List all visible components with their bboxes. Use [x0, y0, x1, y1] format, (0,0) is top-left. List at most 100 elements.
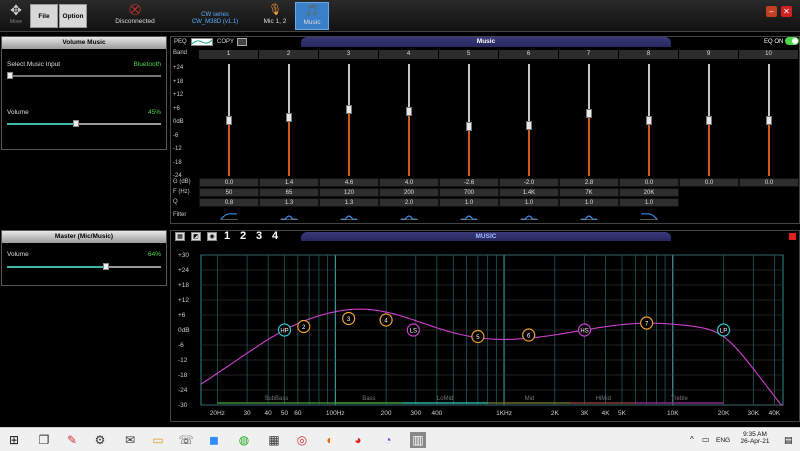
band-gain-cell[interactable]: 0.0 [199, 178, 259, 187]
graph-select-icon[interactable]: ◩ [191, 232, 201, 241]
eq-on-toggle[interactable]: EQ ON [764, 37, 799, 47]
band-freq-cell[interactable]: 20K [619, 188, 679, 197]
master-volume-slider[interactable] [7, 263, 161, 270]
band-slider[interactable] [679, 60, 739, 210]
band-slider-knob[interactable] [766, 116, 772, 125]
device-series: CW series [201, 12, 229, 18]
frequency-response-chart[interactable]: +30 +24 +18 +12 +6 0dB -6 -12 -18 -24 -30 20Hz 30 40 5… [171, 243, 800, 423]
viber-icon[interactable]: ◔ [380, 432, 396, 448]
band-level-fill [588, 113, 590, 176]
band-gain-cell[interactable]: 0.0 [739, 178, 799, 187]
band-gain-cell[interactable]: 4.6 [319, 178, 379, 187]
music-input-value[interactable]: Bluetooth [134, 61, 161, 68]
band-freq-cell[interactable]: 7K [559, 188, 619, 197]
band-q-cell[interactable]: 0.8 [199, 198, 259, 207]
preset-3-button[interactable]: 3 [256, 230, 262, 242]
preset-1-button[interactable]: 1 [224, 230, 230, 242]
band-gain-cell[interactable]: -2.6 [439, 178, 499, 187]
band-gain-cell[interactable]: -2.0 [499, 178, 559, 187]
band-q-cell[interactable]: 1.0 [439, 198, 499, 207]
move-button[interactable]: ✥ Move [4, 2, 28, 30]
band-slider-knob[interactable] [706, 116, 712, 125]
preset-2-button[interactable]: 2 [240, 230, 246, 242]
band-freq-cell[interactable]: 65 [259, 188, 319, 197]
band-freq-cell[interactable]: 700 [439, 188, 499, 197]
filter-shape [461, 215, 477, 220]
tab-mic[interactable]: 🎙 Mic 1, 2 [255, 2, 295, 30]
band-q-cell[interactable]: 1.0 [619, 198, 679, 207]
band-gain-cell[interactable]: 1.4 [259, 178, 319, 187]
notifications-icon[interactable]: ▤ [784, 435, 793, 446]
x-tick-label: 40K [769, 410, 781, 417]
filter-peak-icon[interactable] [579, 213, 599, 220]
close-button[interactable]: ✕ [781, 6, 792, 17]
graph-grid-icon[interactable]: ▦ [175, 232, 185, 241]
band-header: 9 [679, 50, 739, 59]
grid-app-icon[interactable]: ▦ [266, 432, 282, 448]
copy-icon[interactable] [237, 38, 247, 46]
filter-peak-icon[interactable] [279, 213, 299, 220]
peq-tab[interactable]: PEQ [174, 37, 187, 47]
chrome-icon[interactable]: ◕ [350, 432, 366, 448]
task-view-icon[interactable]: ❐ [36, 432, 52, 448]
wechat-icon[interactable]: ◍ [236, 432, 252, 448]
minimize-button[interactable]: – [766, 6, 777, 17]
dsp-app-icon[interactable]: ▥ [410, 432, 426, 448]
band-gain-cell[interactable]: 2.8 [559, 178, 619, 187]
band-gain-cell[interactable]: 4.0 [379, 178, 439, 187]
zoom-icon[interactable]: ◼ [206, 432, 222, 448]
device-status[interactable]: ⛒ Disconnected [105, 2, 165, 30]
file-menu-button[interactable]: File [30, 4, 58, 28]
filter-hp-icon[interactable] [219, 213, 239, 220]
preset-4-button[interactable]: 4 [272, 230, 278, 242]
filter-peak-icon[interactable] [339, 213, 359, 220]
band-q-cell[interactable]: 1.3 [259, 198, 319, 207]
option-menu-button[interactable]: Option [59, 4, 87, 28]
band-slider-knob[interactable] [646, 116, 652, 125]
band-gain-cell[interactable]: 0.0 [679, 178, 739, 187]
band-q-cell[interactable]: 2.0 [379, 198, 439, 207]
graph-title: MUSIC [301, 232, 671, 241]
band-slider-knob[interactable] [226, 116, 232, 125]
band-freq-cell[interactable]: 120 [319, 188, 379, 197]
band-freq-cell[interactable]: 1.4K [499, 188, 559, 197]
band-q-cell[interactable]: 1.3 [319, 198, 379, 207]
music-volume-slider[interactable] [7, 120, 161, 127]
filter-peak-icon[interactable] [519, 213, 539, 220]
copy-tab[interactable]: COPY [217, 37, 234, 47]
band-slider-knob[interactable] [526, 120, 532, 130]
tray-chevron-icon[interactable]: ^ [690, 435, 694, 444]
graph-view-icon[interactable]: ◉ [207, 232, 217, 241]
band-slider-knob[interactable] [406, 106, 412, 116]
office-icon[interactable]: ◐ [322, 432, 338, 448]
language-indicator[interactable]: ENG [716, 437, 730, 444]
media-icon[interactable]: ◎ [294, 432, 310, 448]
filter-lp-icon[interactable] [639, 213, 659, 220]
file-explorer-icon[interactable]: ▭ [150, 432, 166, 448]
filter-peak-icon[interactable] [399, 213, 419, 220]
clock[interactable]: 9:35 AM 26-Apr-21 [737, 431, 773, 445]
network-icon[interactable]: ▭ [702, 435, 710, 444]
band-slider-knob[interactable] [466, 122, 472, 132]
music-input-slider[interactable] [7, 72, 161, 79]
paint-icon[interactable]: ✎ [64, 432, 80, 448]
band-q-cell[interactable]: 1.0 [499, 198, 559, 207]
band-gain-cell[interactable]: 0.0 [619, 178, 679, 187]
band-freq-cell[interactable]: 50 [199, 188, 259, 197]
phone-icon[interactable]: ☏ [178, 432, 194, 448]
windows-start-icon[interactable]: ⊞ [6, 432, 22, 448]
band-slider-knob[interactable] [286, 112, 292, 122]
master-volume-knob[interactable] [102, 263, 109, 270]
band-q-cell[interactable]: 1.0 [559, 198, 619, 207]
mail-icon[interactable]: ✉ [122, 432, 138, 448]
band-freq-cell[interactable]: 200 [379, 188, 439, 197]
music-volume-knob[interactable] [73, 120, 80, 127]
tab-music[interactable]: 🎵 Music [295, 2, 329, 30]
music-input-slider-knob[interactable] [7, 72, 13, 79]
app-icon[interactable]: ⚙ [92, 432, 108, 448]
filter-peak-icon[interactable] [459, 213, 479, 220]
band-slider[interactable] [739, 60, 799, 210]
band-slider-knob[interactable] [346, 105, 352, 115]
band-slider-knob[interactable] [586, 109, 592, 119]
record-indicator [789, 233, 796, 240]
